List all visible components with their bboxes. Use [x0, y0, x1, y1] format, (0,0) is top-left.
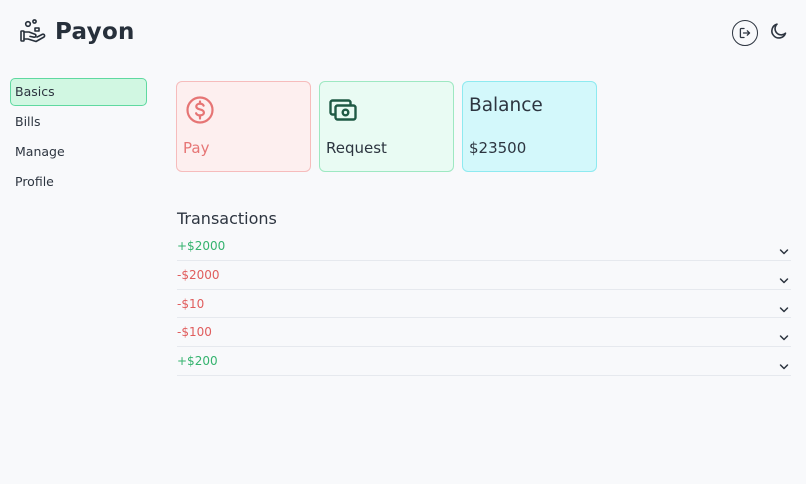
transaction-row[interactable]: -$10 — [177, 290, 791, 319]
cash-icon — [328, 95, 358, 125]
hand-coins-icon — [20, 18, 46, 46]
transaction-amount: +$200 — [177, 354, 218, 369]
chevron-down-icon[interactable] — [779, 327, 789, 341]
balance-value: $23500 — [469, 139, 527, 157]
moon-icon — [769, 21, 789, 45]
transaction-amount: -$2000 — [177, 267, 220, 282]
chevron-down-icon[interactable] — [779, 299, 789, 312]
chevron-down-icon[interactable] — [779, 270, 789, 284]
transaction-row[interactable]: -$2000 — [177, 261, 791, 290]
dollar-circle-icon — [185, 95, 215, 125]
sidebar-item-bills[interactable]: Bills — [10, 108, 147, 136]
chevron-down-icon[interactable] — [779, 356, 789, 370]
transaction-row[interactable]: +$200 — [177, 347, 791, 376]
balance-card: Balance $23500 — [462, 81, 597, 172]
pay-card[interactable]: Pay — [176, 81, 311, 172]
app-header: Payon — [0, 0, 806, 66]
pay-card-label: Pay — [183, 139, 210, 157]
logout-button[interactable] — [732, 20, 758, 46]
request-card-label: Request — [326, 139, 387, 157]
transactions-list: +$2000 -$2000 -$10 -$100 +$200 — [177, 232, 791, 376]
transaction-row[interactable]: +$2000 — [177, 232, 791, 261]
transactions-heading: Transactions — [177, 209, 277, 228]
request-card[interactable]: Request — [319, 81, 454, 172]
balance-title: Balance — [469, 95, 543, 116]
transaction-row[interactable]: -$100 — [177, 318, 791, 348]
logout-icon — [739, 24, 751, 43]
transaction-amount: -$10 — [177, 296, 205, 311]
sidebar-item-manage[interactable]: Manage — [10, 138, 147, 166]
chevron-down-icon[interactable] — [779, 241, 789, 255]
sidebar-item-basics[interactable]: Basics — [10, 78, 147, 106]
brand[interactable]: Payon — [20, 18, 135, 46]
transaction-amount: +$2000 — [177, 239, 226, 253]
action-cards: Pay Request Balance $23500 — [176, 81, 605, 172]
transaction-amount: -$100 — [177, 325, 212, 340]
theme-toggle-button[interactable] — [766, 20, 792, 46]
sidebar-nav: Basics Bills Manage Profile — [10, 78, 147, 198]
app-name: Payon — [55, 19, 135, 45]
sidebar-item-profile[interactable]: Profile — [10, 168, 147, 196]
